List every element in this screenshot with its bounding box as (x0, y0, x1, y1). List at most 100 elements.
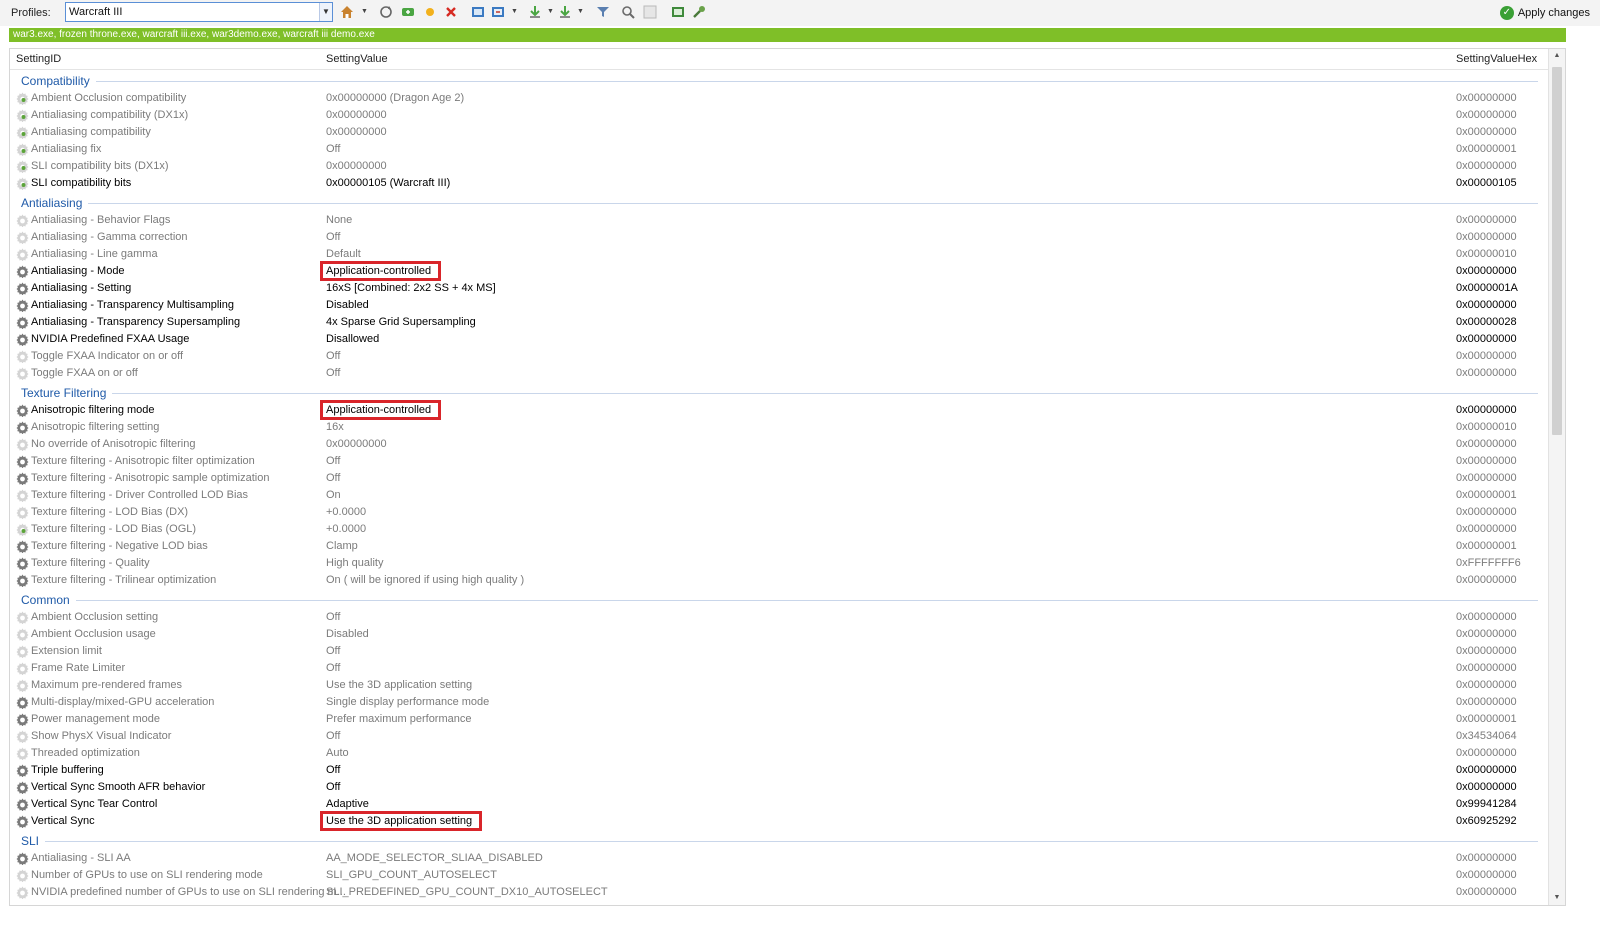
setting-row[interactable]: Extension limit Off 0x00000000 (10, 643, 1550, 660)
home-icon[interactable] (340, 5, 354, 19)
setting-row[interactable]: Anisotropic filtering setting 16x 0x000000… (10, 419, 1550, 436)
setting-value[interactable]: Off (326, 350, 340, 362)
setting-row[interactable]: Texture filtering - Trilinear optimizati… (10, 572, 1550, 589)
setting-value[interactable]: Off (326, 611, 340, 623)
setting-value[interactable]: Off (326, 662, 340, 674)
setting-value[interactable]: 16xS [Combined: 2x2 SS + 4x MS] (326, 282, 496, 294)
setting-value[interactable]: Off (326, 764, 340, 776)
setting-row[interactable]: SLI compatibility bits (DX1x) 0x00000000 0… (10, 158, 1550, 175)
setting-row[interactable]: Threaded optimization Auto 0x00000000 (10, 745, 1550, 762)
setting-row[interactable]: Multi-display/mixed-GPU acceleration Sing… (10, 694, 1550, 711)
setting-row[interactable]: Number of GPUs to use on SLI rendering m… (10, 867, 1550, 884)
setting-row[interactable]: Frame Rate Limiter Off 0x00000000 (10, 660, 1550, 677)
setting-value[interactable]: 0x00000000 (326, 438, 387, 450)
setting-row[interactable]: Antialiasing - Setting 16xS [Combined: 2x… (10, 280, 1550, 297)
setting-row[interactable]: Vertical Sync Use the 3D application sett… (10, 811, 1550, 831)
setting-row[interactable]: Texture filtering - Driver Controlled LO… (10, 487, 1550, 504)
setting-value[interactable]: Disabled (326, 299, 369, 311)
setting-value[interactable]: Clamp (326, 540, 358, 552)
delete-icon[interactable] (444, 5, 458, 19)
setting-row[interactable]: Triple buffering Off 0x00000000 (10, 762, 1550, 779)
setting-row[interactable]: Vertical Sync Tear Control Adaptive 0x9994… (10, 796, 1550, 813)
setting-row[interactable]: Ambient Occlusion compatibility 0x0000000… (10, 90, 1550, 107)
setting-value[interactable]: Single display performance mode (326, 696, 489, 708)
setting-value[interactable]: Adaptive (326, 798, 369, 810)
setting-value[interactable]: 0x00000000 (326, 109, 387, 121)
setting-value[interactable]: +0.0000 (326, 523, 366, 535)
chevron-down-icon[interactable]: ▼ (319, 3, 332, 21)
setting-value[interactable]: On ( will be ignored if using high quali… (326, 574, 524, 586)
vertical-scrollbar[interactable]: ▲ ▼ (1548, 49, 1565, 905)
setting-value[interactable]: 0x00000000 (326, 126, 387, 138)
group-header[interactable]: Compatibility (10, 70, 1550, 90)
star-icon[interactable] (423, 5, 437, 19)
refresh-icon[interactable] (379, 5, 393, 19)
setting-row[interactable]: SLI compatibility bits 0x00000105 (Warcra… (10, 175, 1550, 192)
setting-row[interactable]: Antialiasing compatibility (DX1x) 0x00000… (10, 107, 1550, 124)
setting-value[interactable]: Application-controlled (319, 261, 442, 281)
setting-value[interactable]: On (326, 489, 341, 501)
scrollbar-thumb[interactable] (1552, 67, 1562, 435)
scroll-up-icon[interactable]: ▲ (1549, 49, 1565, 63)
add-profile-icon[interactable] (401, 5, 415, 19)
setting-row[interactable]: Texture filtering - Quality High quality 0… (10, 555, 1550, 572)
setting-row[interactable]: Antialiasing - Mode Application-controlle… (10, 261, 1550, 281)
setting-row[interactable]: Antialiasing - Transparency Supersamplin… (10, 314, 1550, 331)
setting-row[interactable]: Antialiasing - Gamma correction Off 0x0000… (10, 229, 1550, 246)
group-header[interactable]: Common (10, 589, 1550, 609)
setting-value[interactable]: Off (326, 367, 340, 379)
grid-icon[interactable] (643, 5, 657, 19)
setting-row[interactable]: Texture filtering - Negative LOD bias Cla… (10, 538, 1550, 555)
filter-icon[interactable] (596, 5, 610, 19)
column-header-setting-value-hex[interactable]: SettingValueHex (1456, 53, 1537, 65)
setting-row[interactable]: Ambient Occlusion setting Off 0x00000000 (10, 609, 1550, 626)
apply-changes-button[interactable]: ✓ Apply changes (1499, 4, 1590, 22)
upload-dropdown-chevron-icon[interactable]: ▼ (577, 5, 584, 19)
setting-value[interactable]: Application-controlled (319, 400, 442, 420)
setting-row[interactable]: Texture filtering - LOD Bias (OGL) +0.000… (10, 521, 1550, 538)
setting-value[interactable]: Off (326, 231, 340, 243)
setting-value[interactable]: Disallowed (326, 333, 379, 345)
setting-row[interactable]: Antialiasing compatibility 0x00000000 0x00… (10, 124, 1550, 141)
setting-row[interactable]: Ambient Occlusion usage Disabled 0x0000000… (10, 626, 1550, 643)
import-dropdown-chevron-icon[interactable]: ▼ (511, 5, 518, 19)
settings-icon[interactable] (671, 5, 685, 19)
setting-row[interactable]: Antialiasing - SLI AA AA_MODE_SELECTOR_SL… (10, 850, 1550, 867)
setting-row[interactable]: Antialiasing fix Off 0x00000001 (10, 141, 1550, 158)
setting-value[interactable]: Use the 3D application setting (326, 679, 472, 691)
setting-value[interactable]: SLI_GPU_COUNT_AUTOSELECT (326, 869, 497, 881)
setting-value[interactable]: Default (326, 248, 361, 260)
setting-value[interactable]: +0.0000 (326, 506, 366, 518)
scan-icon[interactable] (621, 5, 635, 19)
group-header[interactable]: SLI (10, 830, 1550, 850)
setting-row[interactable]: No override of Anisotropic filtering 0x00… (10, 436, 1550, 453)
setting-row[interactable]: Vertical Sync Smooth AFR behavior Off 0x00… (10, 779, 1550, 796)
setting-row[interactable]: Antialiasing - Line gamma Default 0x000000… (10, 246, 1550, 263)
setting-value[interactable]: AA_MODE_SELECTOR_SLIAA_DISABLED (326, 852, 543, 864)
setting-value[interactable]: High quality (326, 557, 383, 569)
setting-value[interactable]: Off (326, 455, 340, 467)
setting-value[interactable]: Prefer maximum performance (326, 713, 472, 725)
column-header-setting-value[interactable]: SettingValue (326, 53, 388, 65)
upload-icon[interactable] (558, 5, 572, 19)
setting-value[interactable]: 4x Sparse Grid Supersampling (326, 316, 476, 328)
setting-row[interactable]: Maximum pre-rendered frames Use the 3D ap… (10, 677, 1550, 694)
group-header[interactable]: Texture Filtering (10, 382, 1550, 402)
setting-row[interactable]: Texture filtering - Anisotropic filter o… (10, 453, 1550, 470)
setting-value[interactable]: Disabled (326, 628, 369, 640)
setting-row[interactable]: Power management mode Prefer maximum perf… (10, 711, 1550, 728)
setting-row[interactable]: NVIDIA predefined number of GPUs to use … (10, 884, 1550, 901)
download-dropdown-chevron-icon[interactable]: ▼ (547, 5, 554, 19)
setting-row[interactable]: Antialiasing - Transparency Multisamplin… (10, 297, 1550, 314)
setting-value[interactable]: Off (326, 143, 340, 155)
column-header-setting-id[interactable]: SettingID (16, 53, 61, 65)
setting-value[interactable]: Off (326, 472, 340, 484)
setting-row[interactable]: Antialiasing - Behavior Flags None 0x00000… (10, 212, 1550, 229)
setting-value[interactable]: 0x00000000 (326, 160, 387, 172)
setting-value[interactable]: SLI_PREDEFINED_GPU_COUNT_DX10_AUTOSELECT (326, 886, 608, 898)
download-icon[interactable] (528, 5, 542, 19)
setting-row[interactable]: Texture filtering - Anisotropic sample o… (10, 470, 1550, 487)
setting-value[interactable]: 0x00000105 (Warcraft III) (326, 177, 450, 189)
scroll-down-icon[interactable]: ▼ (1549, 891, 1565, 905)
profile-select[interactable]: Warcraft III ▼ (65, 2, 333, 22)
